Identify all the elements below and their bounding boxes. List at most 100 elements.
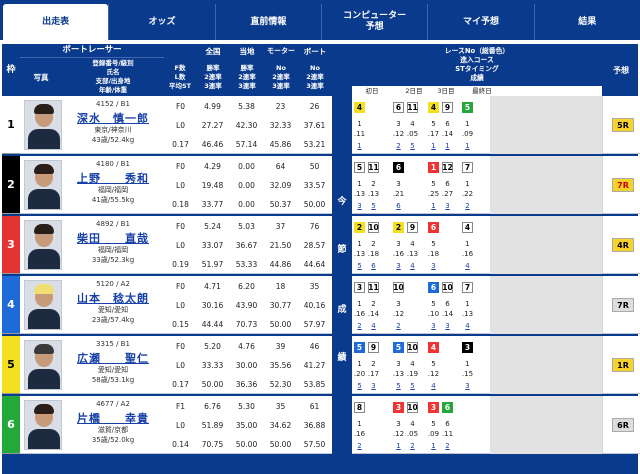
result-rank-link[interactable]: 3 — [353, 202, 366, 210]
tab-my-yoso[interactable]: マイ予想 — [427, 4, 533, 40]
waku-number: 1 — [2, 96, 20, 154]
tab-chokuzen[interactable]: 直前情報 — [214, 4, 321, 40]
result-rank-link[interactable]: 6 — [392, 202, 405, 210]
pred-race-badge[interactable]: 5R — [612, 118, 634, 132]
result-rank-link[interactable]: 4 — [367, 322, 380, 330]
st-timing: .12 — [427, 370, 440, 378]
tab-computer[interactable]: コンピューター 予想 — [320, 4, 427, 40]
race-number-box: 6 — [393, 162, 404, 173]
racer-name-link[interactable]: 深水 慎一郎 — [64, 110, 162, 125]
pred-race-badge[interactable]: 7R — [612, 178, 634, 192]
result-rank-link[interactable]: 3 — [427, 322, 440, 330]
result-rank-link[interactable]: 5 — [367, 202, 380, 210]
header-boat: ボート — [303, 46, 327, 56]
entry-course: 1 — [465, 240, 470, 248]
entry-course: 1 — [357, 360, 362, 368]
result-rank-link[interactable]: 3 — [461, 382, 474, 390]
race-number-box: 4 — [462, 222, 473, 233]
entry-course: 3 — [396, 300, 401, 308]
racer-name-link[interactable]: 上野 秀和 — [64, 170, 162, 185]
race-number-box: 3 — [428, 402, 439, 413]
st-timing: .11 — [353, 130, 366, 138]
entry-course: 1 — [357, 300, 362, 308]
result-rank-link[interactable]: 3 — [427, 262, 440, 270]
zen-stats: 4.71 30.16 44.44 — [201, 282, 224, 329]
tab-odds[interactable]: オッズ — [108, 4, 214, 40]
result-rank-link[interactable]: 5 — [353, 382, 366, 390]
st-timing: .16 — [392, 250, 405, 258]
result-rank-link[interactable]: 1 — [441, 142, 454, 150]
race-number-box: 9 — [442, 102, 453, 113]
header-zenkoku: 全国 — [205, 46, 221, 56]
racer-photo — [24, 100, 62, 150]
result-rank-link[interactable]: 1 — [392, 442, 405, 450]
result-rank-link[interactable]: 4 — [461, 322, 474, 330]
header-motor-rates: No 2連率 3連率 — [272, 63, 290, 90]
racer-name-link[interactable]: 広瀬 聖仁 — [64, 350, 162, 365]
result-rank-link[interactable]: 4 — [427, 382, 440, 390]
st-timing: .12 — [392, 310, 405, 318]
result-rank-link[interactable]: 3 — [441, 322, 454, 330]
result-rank-link[interactable]: 5 — [406, 142, 419, 150]
result-rank-link[interactable]: 2 — [392, 142, 405, 150]
entry-course: 6 — [445, 180, 450, 188]
pred-race-badge[interactable]: 1R — [612, 358, 634, 372]
result-rank-link[interactable]: 2 — [353, 442, 366, 450]
racer-name-link[interactable]: 柴田 直哉 — [64, 230, 162, 245]
result-rank-link[interactable]: 5 — [406, 382, 419, 390]
result-rank-link[interactable]: 5 — [392, 382, 405, 390]
result-rank-link[interactable]: 1 — [427, 142, 440, 150]
result-rank-link[interactable]: 3 — [392, 262, 405, 270]
header-touchi: 当地 — [239, 46, 255, 56]
race-number-box: 10 — [442, 282, 453, 293]
result-rank-link[interactable]: 2 — [353, 322, 366, 330]
result-rank-link[interactable]: 2 — [406, 442, 419, 450]
result-rank-link[interactable]: 5 — [353, 262, 366, 270]
bot-stats: 50 33.57 50.00 — [303, 162, 326, 209]
result-rank-link[interactable]: 4 — [406, 262, 419, 270]
result-rank-link[interactable]: 6 — [367, 262, 380, 270]
race-number-box: 10 — [407, 342, 418, 353]
racer-name-link[interactable]: 片橋 幸貴 — [64, 410, 162, 425]
zen-stats: 4.29 19.48 33.77 — [201, 162, 224, 209]
tab-shusso[interactable]: 出走表 — [3, 4, 109, 40]
yoso-cell: 6R — [602, 396, 640, 454]
st-timing: .13 — [392, 370, 405, 378]
result-rank-link[interactable]: 2 — [392, 322, 405, 330]
result-rank-link[interactable]: 2 — [441, 442, 454, 450]
result-rank-link[interactable]: 4 — [461, 262, 474, 270]
race-number-box: 5 — [393, 342, 404, 353]
racer-age-weight: 43歳/52.4kg — [91, 136, 135, 144]
result-rank-link[interactable]: 1 — [353, 142, 366, 150]
nav-tabs: 出走表 オッズ 直前情報 コンピューター 予想 マイ予想 結果 — [0, 0, 640, 40]
pred-race-badge[interactable]: 7R — [612, 298, 634, 312]
mot-stats: 35 34.62 50.00 — [269, 402, 292, 449]
race-number-box: 11 — [407, 102, 418, 113]
result-rank-link[interactable]: 1 — [427, 442, 440, 450]
st-timing: .19 — [406, 370, 419, 378]
racer-reg: 4892 / B1 — [96, 220, 130, 228]
race-number-box: 8 — [354, 402, 365, 413]
st-timing: .18 — [367, 250, 380, 258]
racer-age-weight: 41歳/55.5kg — [91, 196, 135, 204]
st-timing: .16 — [353, 310, 366, 318]
result-rank-link[interactable]: 1 — [461, 142, 474, 150]
result-rank-link[interactable]: 3 — [367, 382, 380, 390]
st-timing: .14 — [441, 130, 454, 138]
pred-race-badge[interactable]: 4R — [612, 238, 634, 252]
racer-photo — [24, 400, 62, 450]
waku-number: 5 — [2, 336, 20, 394]
result-rank-link[interactable]: 1 — [427, 202, 440, 210]
race-number-box: 10 — [368, 222, 379, 233]
result-rank-link[interactable]: 2 — [461, 202, 474, 210]
result-rank-link[interactable]: 3 — [441, 202, 454, 210]
pred-race-badge[interactable]: 6R — [612, 418, 634, 432]
racer-name-link[interactable]: 山本 稔太朗 — [64, 290, 162, 305]
header-yoso: 予想 — [613, 65, 629, 75]
header-racer-info: 登録番号/級別 氏名 支部/出身地 年齢/体重 — [92, 59, 134, 94]
st-timing: .13 — [353, 190, 366, 198]
race-number-box: 3 — [354, 282, 365, 293]
tab-kekka[interactable]: 結果 — [533, 4, 640, 40]
st-timing: .12 — [392, 430, 405, 438]
racer-reg: 3315 / B1 — [96, 340, 130, 348]
